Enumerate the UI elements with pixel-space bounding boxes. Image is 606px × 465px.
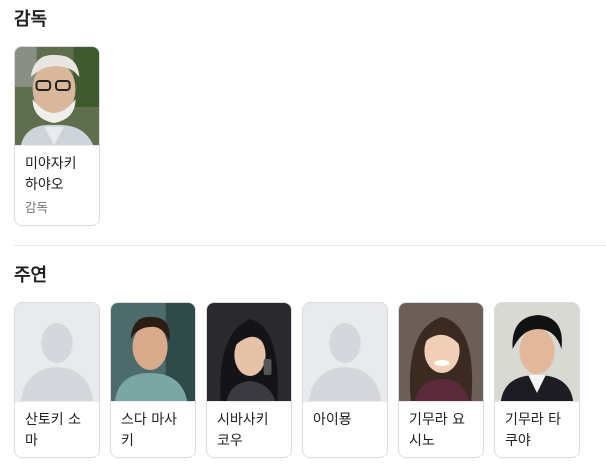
cast-card-suda[interactable]: 스다 마사 키 [110, 302, 196, 458]
cast-name: 스다 마사 키 [121, 412, 177, 449]
cast-name: 기무라 요 시노 [409, 412, 465, 449]
cast-name: 산토키 소 마 [25, 412, 81, 449]
cast-card-shibasaki[interactable]: 시바사키 코우 [206, 302, 292, 458]
cast-card-aimyon[interactable]: 아이묭 [302, 302, 388, 458]
section-divider [14, 245, 606, 246]
actress-photo [399, 303, 483, 402]
cast-name: 시바사키 코우 [217, 412, 269, 449]
cast-name: 아이묭 [313, 412, 352, 428]
cast-card-kimura-takuya[interactable]: 기무라 타 쿠야 [494, 302, 580, 458]
actor-photo [495, 303, 579, 402]
director-role: 감독 [25, 200, 49, 215]
director-photo [15, 47, 99, 146]
placeholder-avatar-icon [303, 303, 387, 402]
cast-section-title: 주연 [14, 265, 48, 286]
directors-section-title: 감독 [14, 9, 48, 30]
cast-card-santoki[interactable]: 산토키 소 마 [14, 302, 100, 458]
cast-name: 기무라 타 쿠야 [505, 412, 561, 449]
cast-card-kimura-yoshino[interactable]: 기무라 요 시노 [398, 302, 484, 458]
director-card-miyazaki[interactable]: 미야자키 하야오 감독 [14, 46, 100, 226]
actor-photo [111, 303, 195, 402]
placeholder-avatar-icon [15, 303, 99, 402]
actress-photo [207, 303, 291, 402]
director-name: 미야자키 하야오 [25, 156, 77, 193]
